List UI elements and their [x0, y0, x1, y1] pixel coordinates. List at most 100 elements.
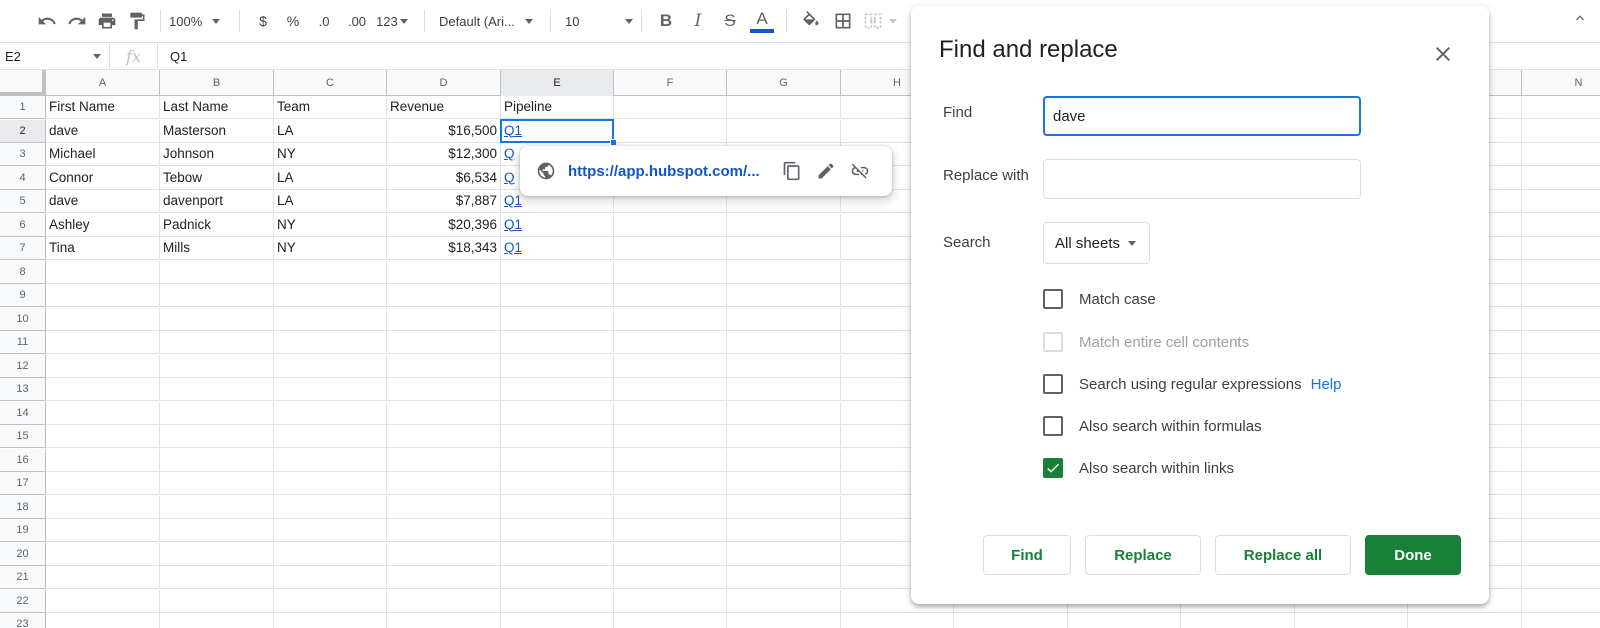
cell-e22[interactable] — [501, 589, 614, 613]
cell-a3[interactable]: Michael — [46, 143, 160, 166]
name-box[interactable]: E2 — [0, 43, 110, 69]
cell-n21[interactable] — [1522, 566, 1600, 589]
cell-n7[interactable] — [1522, 237, 1600, 260]
find-input[interactable] — [1043, 96, 1361, 136]
cell-d17[interactable] — [387, 472, 501, 495]
cell-a21[interactable] — [46, 566, 160, 589]
cell-e18[interactable] — [501, 495, 614, 519]
format-currency-button[interactable]: $ — [249, 7, 277, 35]
cell-a12[interactable] — [46, 354, 160, 378]
cell-b11[interactable] — [160, 331, 274, 354]
cell-f14[interactable] — [614, 401, 727, 425]
cell-a4[interactable]: Connor — [46, 166, 160, 190]
cell-b9[interactable] — [160, 284, 274, 307]
cell-d8[interactable] — [387, 260, 501, 284]
merge-cells-button[interactable] — [860, 7, 900, 35]
cell-b22[interactable] — [160, 589, 274, 613]
cell-n11[interactable] — [1522, 331, 1600, 354]
cell-e2[interactable]: Q1 — [501, 119, 614, 143]
cell-d20[interactable] — [387, 542, 501, 566]
cell-g12[interactable] — [727, 354, 841, 378]
cell-d23[interactable] — [387, 613, 501, 628]
cell-e15[interactable] — [501, 425, 614, 448]
cell-a6[interactable]: Ashley — [46, 213, 160, 237]
formula-input[interactable]: Q1 — [158, 49, 187, 64]
row-header-8[interactable]: 8 — [0, 260, 46, 284]
cell-f13[interactable] — [614, 378, 727, 401]
row-header-21[interactable]: 21 — [0, 566, 46, 589]
zoom-select[interactable]: 100% — [169, 14, 231, 29]
cell-f16[interactable] — [614, 448, 727, 472]
cell-a23[interactable] — [46, 613, 160, 628]
option-match-case[interactable]: Match case — [1043, 289, 1156, 309]
option-search-links[interactable]: Also search within links — [1043, 458, 1234, 478]
search-links-checkbox[interactable] — [1043, 458, 1063, 478]
row-header-11[interactable]: 11 — [0, 331, 46, 354]
cell-e7[interactable]: Q1 — [501, 237, 614, 260]
row-header-22[interactable]: 22 — [0, 589, 46, 613]
cell-e14[interactable] — [501, 401, 614, 425]
cell-a19[interactable] — [46, 519, 160, 542]
replace-button[interactable]: Replace — [1085, 535, 1201, 575]
column-header-b[interactable]: B — [160, 70, 274, 96]
row-header-15[interactable]: 15 — [0, 425, 46, 448]
cell-n23[interactable] — [1522, 613, 1600, 628]
cell-f2[interactable] — [614, 119, 727, 143]
cell-d13[interactable] — [387, 378, 501, 401]
cell-d7[interactable]: $18,343 — [387, 237, 501, 260]
cell-c10[interactable] — [274, 307, 387, 331]
italic-button[interactable]: I — [683, 7, 713, 35]
cell-c23[interactable] — [274, 613, 387, 628]
cell-n20[interactable] — [1522, 543, 1600, 566]
row-header-14[interactable]: 14 — [0, 401, 46, 425]
regex-help-link[interactable]: Help — [1311, 376, 1342, 393]
cell-g17[interactable] — [727, 472, 841, 495]
cell-b20[interactable] — [160, 542, 274, 566]
cell-f8[interactable] — [614, 260, 727, 284]
column-header-e[interactable]: E — [501, 70, 614, 96]
format-percent-button[interactable]: % — [279, 7, 307, 35]
row-header-3[interactable]: 3 — [0, 143, 46, 166]
column-header-n[interactable]: N — [1522, 70, 1600, 96]
cell-f1[interactable] — [614, 96, 727, 119]
cell-a15[interactable] — [46, 425, 160, 448]
cell-f12[interactable] — [614, 354, 727, 378]
cell-h23[interactable] — [841, 613, 954, 628]
copy-link-button[interactable] — [780, 159, 804, 183]
row-header-19[interactable]: 19 — [0, 519, 46, 542]
cell-e19[interactable] — [501, 519, 614, 542]
cell-n13[interactable] — [1522, 378, 1600, 401]
cell-a5[interactable]: dave — [46, 190, 160, 213]
cell-f15[interactable] — [614, 425, 727, 448]
cell-c5[interactable]: LA — [274, 190, 387, 213]
cell-g8[interactable] — [727, 260, 841, 284]
cell-b4[interactable]: Tebow — [160, 166, 274, 190]
cell-b10[interactable] — [160, 307, 274, 331]
cell-e6[interactable]: Q1 — [501, 213, 614, 237]
cell-d21[interactable] — [387, 566, 501, 589]
row-header-1[interactable]: 1 — [0, 96, 46, 119]
cell-c3[interactable]: NY — [274, 143, 387, 166]
cell-g15[interactable] — [727, 425, 841, 448]
cell-c1[interactable]: Team — [274, 96, 387, 119]
row-header-20[interactable]: 20 — [0, 542, 46, 566]
cell-d5[interactable]: $7,887 — [387, 190, 501, 213]
cell-a9[interactable] — [46, 284, 160, 307]
cell-d10[interactable] — [387, 307, 501, 331]
cell-e16[interactable] — [501, 448, 614, 472]
cell-d15[interactable] — [387, 425, 501, 448]
cell-b17[interactable] — [160, 472, 274, 495]
row-header-2[interactable]: 2 — [0, 119, 46, 143]
cell-f18[interactable] — [614, 495, 727, 519]
cell-g11[interactable] — [727, 331, 841, 354]
cell-d14[interactable] — [387, 401, 501, 425]
cell-g14[interactable] — [727, 401, 841, 425]
search-formulas-checkbox[interactable] — [1043, 416, 1063, 436]
cell-f23[interactable] — [614, 613, 727, 628]
cell-e9[interactable] — [501, 284, 614, 307]
cell-n4[interactable] — [1522, 167, 1600, 190]
option-search-formulas[interactable]: Also search within formulas — [1043, 416, 1262, 436]
collapse-toolbar-button[interactable] — [1572, 10, 1588, 31]
cell-n5[interactable] — [1522, 190, 1600, 213]
cell-c9[interactable] — [274, 284, 387, 307]
